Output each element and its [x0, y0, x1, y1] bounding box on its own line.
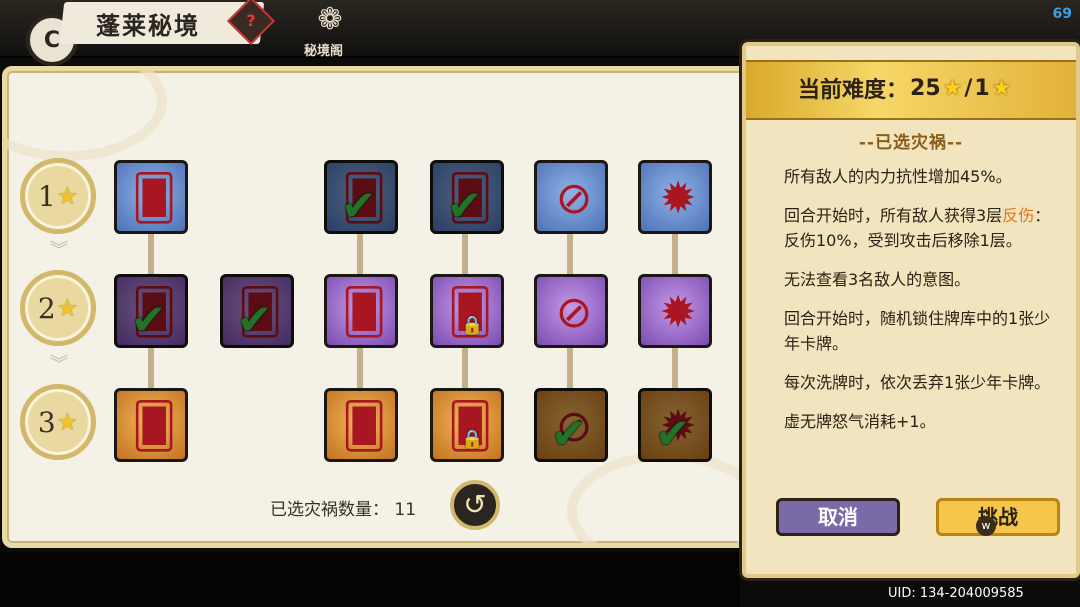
lock-icon: 🔒 [461, 315, 484, 336]
selected-count-label: 已选灾祸数量： [270, 500, 389, 520]
curse-card-r1-c6[interactable]: ✹ [638, 160, 712, 234]
level-2-marker: 2 ★ [20, 270, 96, 346]
curse-card-r2-c1[interactable]: 🂠 ✔ [114, 274, 188, 348]
curse-effects-list: 所有敌人的内力抗性增加45%。 回合开始时，所有敌人获得3层反伤：反伤10%，受… [784, 164, 1064, 448]
curse-effect: 回合开始时，所有敌人获得3层反伤：反伤10%，受到攻击后移除1层。 [784, 206, 1051, 250]
curse-card-r2-c6[interactable]: ✹ [638, 274, 712, 348]
bottom-shadow [0, 552, 740, 607]
current-difficulty: 当前难度： 25 ★ / 1 ★ [798, 75, 1012, 104]
curse-card-r2-c2[interactable]: 🂠 ✔ [220, 274, 294, 348]
tier-connector [567, 232, 573, 274]
curse-card-r1-c3[interactable]: 🂠 ✔ [324, 160, 398, 234]
level-1-marker: 1 ★ [20, 158, 96, 234]
refresh-icon: ↺ [463, 488, 487, 521]
selected-curses-heading: --已选灾祸-- [858, 133, 964, 153]
curse-card-r3-c3[interactable]: 🂠 [324, 388, 398, 462]
tier-connector [357, 232, 363, 274]
curse-card-r3-c4[interactable]: 🂠 🔒 [430, 388, 504, 462]
tier-connector [672, 346, 678, 388]
level-3-marker: 3 ★ [20, 384, 96, 460]
pavilion-label[interactable]: 秘境阁 [304, 40, 343, 59]
back-icon: C [43, 27, 61, 53]
spiked-shell-icon: ✹ [659, 173, 697, 224]
cancel-button[interactable]: 取消 [776, 498, 900, 536]
page-title: 蓬莱秘境 [96, 11, 200, 40]
selected-count: 已选灾祸数量： 11 [270, 495, 416, 520]
card-fan-icon: 🂠 [131, 401, 177, 452]
selected-check-icon: ✔ [551, 409, 587, 458]
cloud-decoration [7, 71, 167, 161]
curse-card-r2-c3[interactable]: 🂠 [324, 274, 398, 348]
tier-connector [567, 346, 573, 388]
user-id: UID: 134-204009585 [888, 586, 1024, 601]
challenge-button[interactable]: 挑战 [936, 498, 1060, 536]
card-fan-icon: 🂠 [341, 401, 387, 452]
selected-check-icon: ✔ [341, 181, 377, 230]
pavilion-icon[interactable]: ❁ [310, 2, 350, 38]
curse-card-r3-c5[interactable]: ⊘ ✔ [534, 388, 608, 462]
star-icon: ★ [942, 75, 963, 101]
card-fan-icon: 🂠 [341, 287, 387, 338]
keyword-reflect[interactable]: 反伤 [1002, 206, 1034, 225]
help-icon: ? [246, 11, 256, 30]
curse-effect: 所有敌人的内力抗性增加45%。 [784, 167, 1012, 186]
pointer-cursor-icon: w [976, 516, 996, 536]
selected-check-icon: ✔ [447, 181, 483, 230]
tier-connector [148, 232, 154, 274]
curse-card-r1-c4[interactable]: 🂠 ✔ [430, 160, 504, 234]
spiked-shell-icon: ✹ [659, 287, 697, 338]
curse-card-r1-c5[interactable]: ⊘ [534, 160, 608, 234]
star-icon: ★ [56, 408, 79, 436]
crossed-eye-icon: ⊘ [555, 173, 593, 224]
curse-effect: 虚无牌怒气消耗+1。 [784, 412, 936, 431]
star-icon: ★ [56, 182, 79, 210]
curse-effect: 回合开始时，随机锁住牌库中的1张少年卡牌。 [784, 309, 1051, 353]
card-fan-icon: 🂠 [131, 173, 177, 224]
tier-connector [357, 346, 363, 388]
corner-counter: 69 [1052, 6, 1072, 22]
tier-connector [462, 346, 468, 388]
star-icon: ★ [991, 75, 1012, 101]
curse-effect: 无法查看3名敌人的意图。 [784, 270, 971, 289]
selected-check-icon: ✔ [655, 409, 691, 458]
selected-count-value: 11 [394, 500, 417, 520]
curse-card-r3-c6[interactable]: ✹ ✔ [638, 388, 712, 462]
star-icon: ★ [56, 294, 79, 322]
selected-check-icon: ✔ [237, 295, 273, 344]
tier-connector [148, 346, 154, 388]
curse-card-r2-c5[interactable]: ⊘ [534, 274, 608, 348]
curse-card-r3-c1[interactable]: 🂠 [114, 388, 188, 462]
tier-connector [672, 232, 678, 274]
cloud-decoration [567, 451, 757, 543]
crossed-eye-icon: ⊘ [555, 287, 593, 338]
curse-effect: 每次洗牌时，依次丢弃1张少年卡牌。 [784, 373, 1051, 392]
selected-check-icon: ✔ [131, 295, 167, 344]
lock-icon: 🔒 [461, 429, 484, 450]
tier-connector [462, 232, 468, 274]
chevron-down-icon: ︾ [50, 354, 68, 375]
reset-button[interactable]: ↺ [450, 480, 500, 530]
curse-card-r1-c1[interactable]: 🂠 [114, 160, 188, 234]
chevron-down-icon: ︾ [50, 240, 68, 261]
curse-card-r2-c4[interactable]: 🂠 🔒 [430, 274, 504, 348]
